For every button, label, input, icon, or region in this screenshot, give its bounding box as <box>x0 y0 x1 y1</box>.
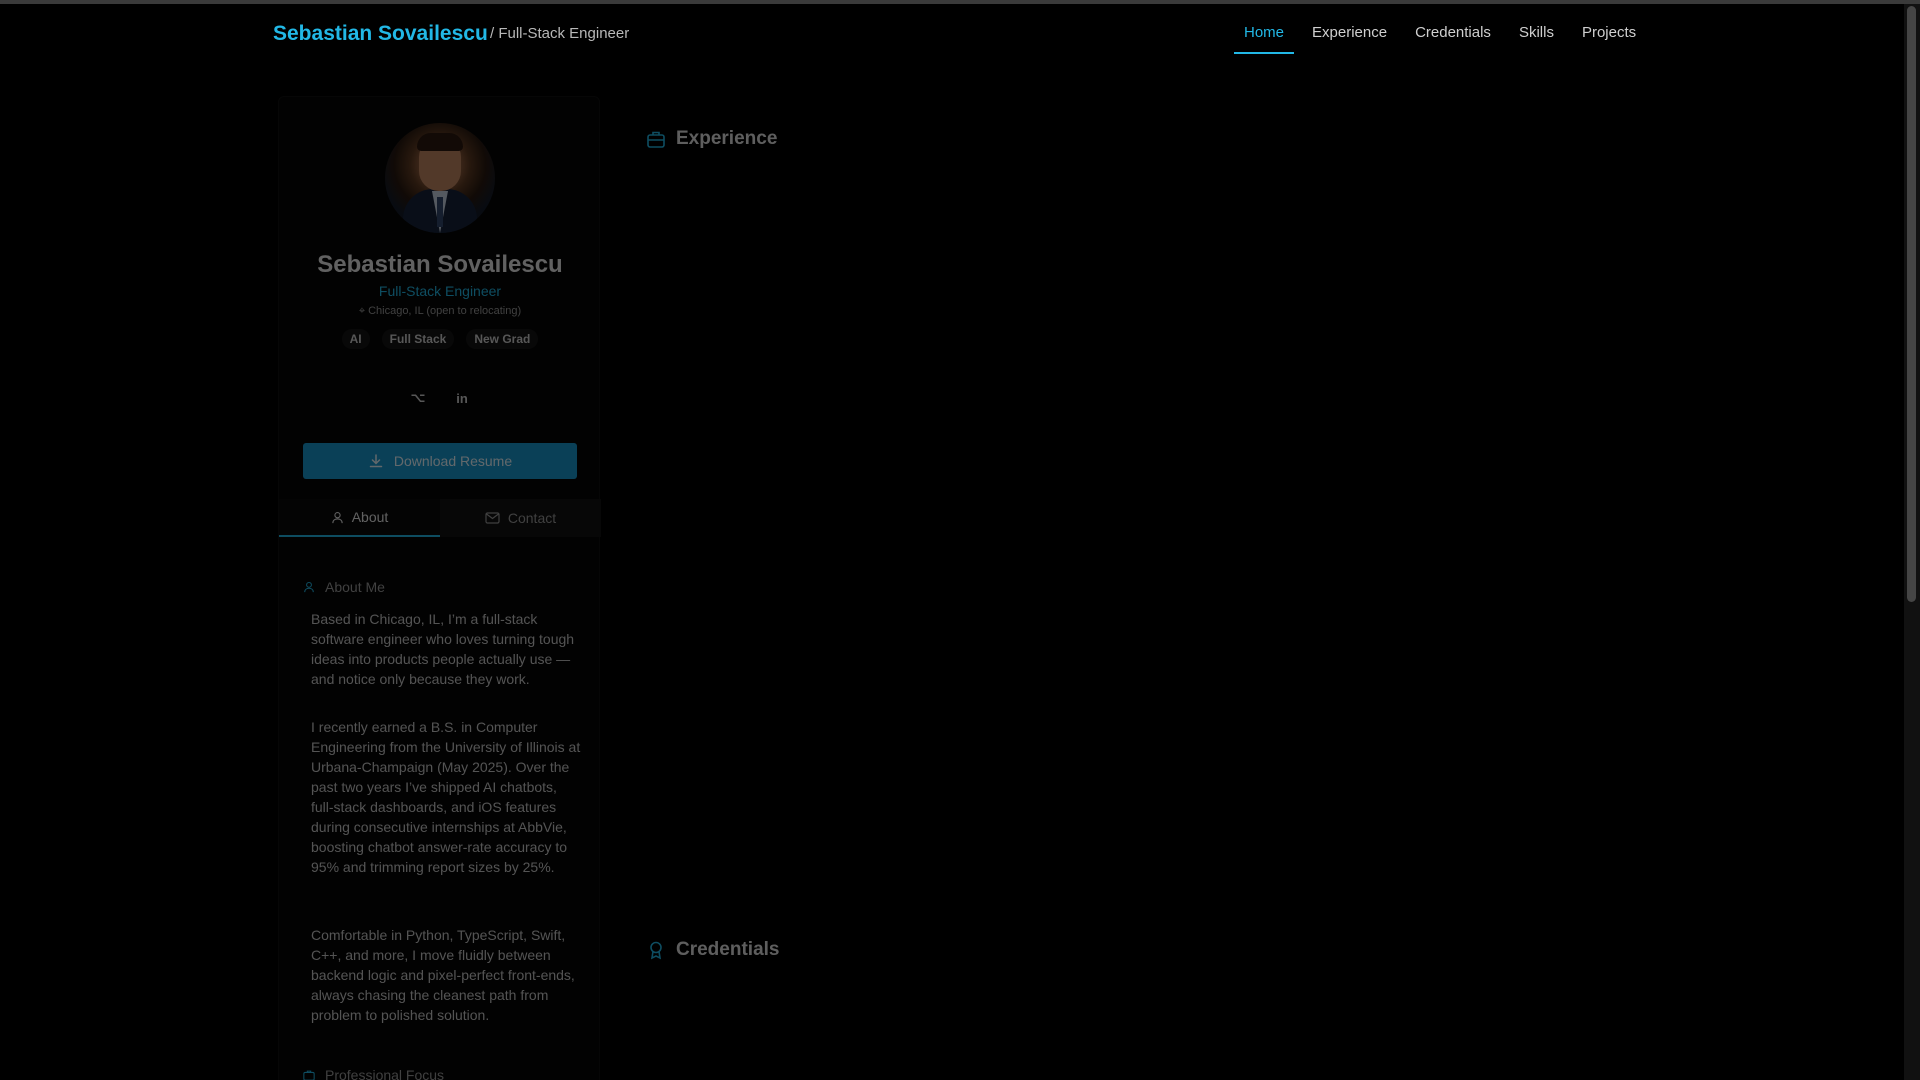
experience-heading-text: Experience <box>676 128 778 149</box>
download-icon <box>369 454 383 468</box>
page-scrollbar-thumb[interactable] <box>1907 6 1916 602</box>
profile-tags: AI Full Stack New Grad <box>279 329 601 349</box>
nav-link-skills[interactable]: Skills <box>1505 24 1568 41</box>
brand-subtitle: / Full-Stack Engineer <box>490 25 630 42</box>
about-heading-text: About Me <box>325 579 385 595</box>
tab-about-label: About <box>351 509 389 525</box>
profile-tabs: About Contact <box>279 499 601 537</box>
professional-focus-heading: Professional Focus <box>303 1067 444 1080</box>
user-icon <box>332 511 343 523</box>
briefcase-icon <box>647 131 665 148</box>
tag-new-grad: New Grad <box>466 329 539 349</box>
tab-about[interactable]: About <box>279 499 440 537</box>
nav-link-projects[interactable]: Projects <box>1568 24 1650 41</box>
nav-link-credentials[interactable]: Credentials <box>1401 24 1505 41</box>
download-resume-button[interactable]: Download Resume <box>303 443 577 479</box>
about-heading: About Me <box>303 579 385 595</box>
social-links: ⌥ in <box>279 387 601 409</box>
avatar-hair <box>417 133 463 151</box>
mail-icon <box>485 512 500 524</box>
about-paragraph-2: I recently earned a B.S. in Computer Eng… <box>311 719 581 875</box>
tab-contact[interactable]: Contact <box>440 499 601 537</box>
experience-heading: Experience <box>646 128 777 150</box>
navbar: Sebastian Sovailescu / Full-Stack Engine… <box>0 4 1904 60</box>
tag-ai: AI <box>341 329 370 349</box>
briefcase-icon <box>303 1070 315 1080</box>
nav-link-experience[interactable]: Experience <box>1298 24 1401 41</box>
credentials-heading: Credentials <box>646 939 779 961</box>
profile-location: ⌖ Chicago, IL (open to relocating) <box>279 305 601 318</box>
profile-role: Full-Stack Engineer <box>378 283 502 299</box>
about-paragraph-3: Comfortable in Python, TypeScript, Swift… <box>311 927 575 1023</box>
professional-focus-text: Professional Focus <box>325 1067 445 1080</box>
user-icon <box>304 581 314 593</box>
location-pin-icon: ⌖ <box>358 305 369 317</box>
nav-links: Home Experience Credentials Skills Proje… <box>1230 24 1650 54</box>
credentials-heading-text: Credentials <box>676 939 780 960</box>
github-icon[interactable]: ⌥ <box>407 387 429 409</box>
brand-name[interactable]: Sebastian Sovailescu <box>273 22 488 46</box>
linkedin-icon[interactable]: in <box>451 387 473 409</box>
avatar <box>385 123 495 233</box>
tag-full-stack: Full Stack <box>381 329 455 349</box>
about-paragraph-1: Based in Chicago, IL, I’m a full-stack s… <box>311 611 575 687</box>
avatar-tie <box>437 197 443 227</box>
download-resume-label: Download Resume <box>393 453 513 469</box>
tab-contact-label: Contact <box>507 510 557 526</box>
profile-name: Sebastian Sovailescu <box>317 251 563 278</box>
location-text: Chicago, IL (open to relocating) <box>368 305 522 317</box>
award-icon <box>650 941 662 960</box>
profile-card: Sebastian Sovailescu Full-Stack Engineer… <box>278 96 601 1080</box>
nav-link-home[interactable]: Home <box>1230 24 1298 54</box>
